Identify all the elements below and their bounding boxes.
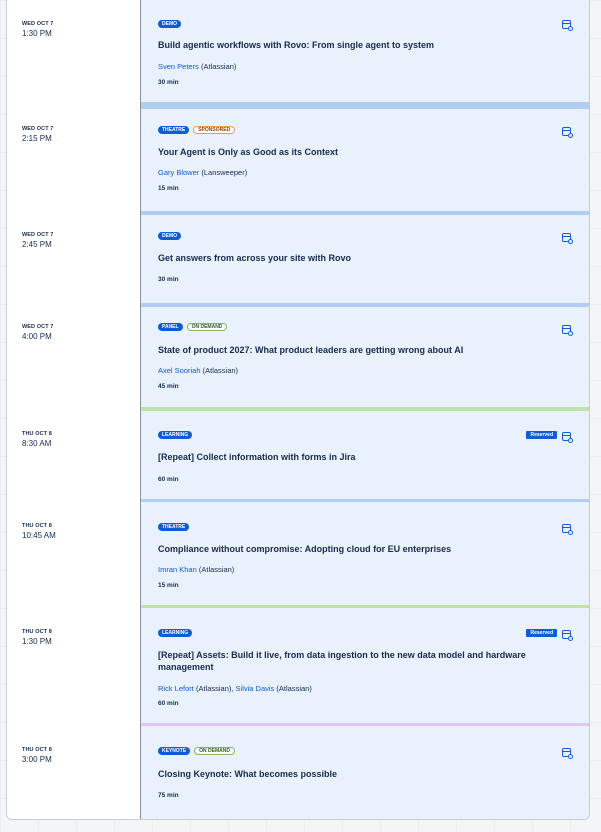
session-time: 4:00 PM [22,332,52,341]
session-top-strip [141,303,589,307]
session-title[interactable]: Get answers from across your site with R… [158,252,539,264]
session-card[interactable]: DEMO Build agentic workflows with Rovo: … [141,0,589,105]
session-row: WED OCT 7 2:45 PM DEMO Get answers from … [7,211,589,304]
speaker-org: (Atlassian) [198,62,237,71]
session-time: 2:15 PM [22,134,52,143]
session-title[interactable]: [Repeat] Collect information with forms … [158,451,539,463]
speaker-link[interactable]: Rick Lefort [158,684,194,693]
session-row: THU OCT 8 10:45 AM THEATRE Compliance wi… [7,502,589,609]
session-time-cell: WED OCT 7 4:00 PM [7,303,141,410]
session-duration: 30 min [158,276,179,283]
session-day: THU OCT 8 [22,523,52,529]
on-demand-badge: ON DEMAND [194,747,236,755]
speaker-org: (Atlassian) [196,565,235,574]
session-row: THU OCT 8 3:00 PM KEYNOTE ON DEMAND Clos… [7,726,589,819]
session-time-cell: THU OCT 8 10:45 AM [7,502,141,608]
speaker-org: (Lansweeper) [199,168,248,177]
add-to-calendar-icon[interactable] [562,233,573,244]
session-time: 2:45 PM [22,240,52,249]
session-title[interactable]: State of product 2027: What product lead… [158,344,539,356]
session-time-cell: THU OCT 8 1:30 PM [7,608,141,726]
session-type-badge: KEYNOTE [158,747,191,755]
session-type-badge: THEATRE [158,523,190,531]
session-type-badge: DEMO [158,232,181,240]
add-to-calendar-icon[interactable] [562,325,573,336]
session-top-strip [141,410,589,411]
add-to-calendar-icon[interactable] [562,127,573,138]
session-speakers: Rick Lefort (Atlassian), Silvia Davis (A… [158,684,312,693]
session-title[interactable]: Compliance without compromise: Adopting … [158,543,539,555]
reserved-badge: Reserved [526,431,557,439]
session-duration: 15 min [158,582,179,589]
session-day: THU OCT 8 [22,629,52,635]
session-duration: 30 min [158,79,179,86]
session-title[interactable]: Build agentic workflows with Rovo: From … [158,39,539,51]
speaker-org: (Atlassian), [193,684,236,693]
session-duration: 60 min [158,476,179,483]
session-row: THU OCT 8 8:30 AM LEARNING Reserved [Rep… [7,410,589,503]
session-type-badge: LEARNING [158,629,193,637]
on-demand-badge: ON DEMAND [186,323,228,331]
session-speakers: Gary Blower (Lansweeper) [158,168,247,177]
session-day: WED OCT 7 [22,126,54,132]
session-card[interactable]: PANEL ON DEMAND State of product 2027: W… [141,303,589,410]
session-time: 1:30 PM [22,29,52,38]
session-day: WED OCT 7 [22,324,54,330]
add-to-calendar-icon[interactable] [562,20,573,31]
session-time-cell: THU OCT 8 8:30 AM [7,410,141,502]
speaker-link[interactable]: Axel Sooriah [158,366,201,375]
session-row: WED OCT 7 2:15 PM THEATRE SPONSORED Your… [7,105,589,212]
session-type-badge: DEMO [158,20,181,28]
session-time-cell: WED OCT 7 2:45 PM [7,211,141,303]
session-top-strip [141,211,589,215]
session-time: 8:30 AM [22,439,52,448]
session-type-badge: LEARNING [158,431,193,439]
session-day: THU OCT 8 [22,747,52,753]
session-card[interactable]: DEMO Get answers from across your site w… [141,211,589,303]
speaker-org: (Atlassian) [200,366,239,375]
session-schedule-list: WED OCT 7 1:30 PM DEMO Build agentic wor… [6,0,590,820]
session-card[interactable]: KEYNOTE ON DEMAND Closing Keynote: What … [141,726,589,819]
session-duration: 60 min [158,700,179,707]
session-type-badge: THEATRE [158,126,190,134]
speaker-link[interactable]: Silvia Davis [236,684,275,693]
session-row: THU OCT 8 1:30 PM LEARNING Reserved [Rep… [7,608,589,727]
add-to-calendar-icon[interactable] [562,748,573,759]
session-time: 10:45 AM [22,531,56,540]
add-to-calendar-icon[interactable] [562,432,573,443]
speaker-org: (Atlassian) [274,684,312,693]
sponsored-badge: SPONSORED [193,126,236,134]
add-to-calendar-icon[interactable] [562,524,573,535]
session-duration: 75 min [158,792,179,799]
session-time: 1:30 PM [22,637,52,646]
speaker-link[interactable]: Imran Khan [158,565,197,574]
session-title[interactable]: [Repeat] Assets: Build it live, from dat… [158,649,549,673]
session-row: WED OCT 7 1:30 PM DEMO Build agentic wor… [7,0,589,106]
session-title[interactable]: Your Agent is Only as Good as its Contex… [158,146,539,158]
session-card[interactable]: THEATRE SPONSORED Your Agent is Only as … [141,105,589,211]
session-card[interactable]: LEARNING Reserved [Repeat] Assets: Build… [141,608,589,726]
session-card[interactable]: LEARNING Reserved [Repeat] Collect infor… [141,410,589,502]
session-day: THU OCT 8 [22,431,52,437]
add-to-calendar-icon[interactable] [562,630,573,641]
session-type-badge: PANEL [158,323,183,331]
session-card[interactable]: THEATRE Compliance without compromise: A… [141,502,589,608]
session-speakers: Axel Sooriah (Atlassian) [158,366,238,375]
speaker-link[interactable]: Sven Peters [158,62,199,71]
session-speakers: Imran Khan (Atlassian) [158,565,234,574]
reserved-badge: Reserved [526,629,557,637]
session-duration: 45 min [158,383,179,390]
session-time-cell: WED OCT 7 2:15 PM [7,105,141,211]
session-day: WED OCT 7 [22,21,54,27]
session-time: 3:00 PM [22,755,52,764]
session-title[interactable]: Closing Keynote: What becomes possible [158,768,539,780]
session-time-cell: WED OCT 7 1:30 PM [7,0,141,105]
speaker-link[interactable]: Gary Blower [158,168,199,177]
session-row: WED OCT 7 4:00 PM PANEL ON DEMAND State … [7,303,589,411]
session-top-strip [141,105,589,109]
session-day: WED OCT 7 [22,232,54,238]
session-duration: 15 min [158,185,179,192]
session-time-cell: THU OCT 8 3:00 PM [7,726,141,819]
session-speakers: Sven Peters (Atlassian) [158,62,236,71]
